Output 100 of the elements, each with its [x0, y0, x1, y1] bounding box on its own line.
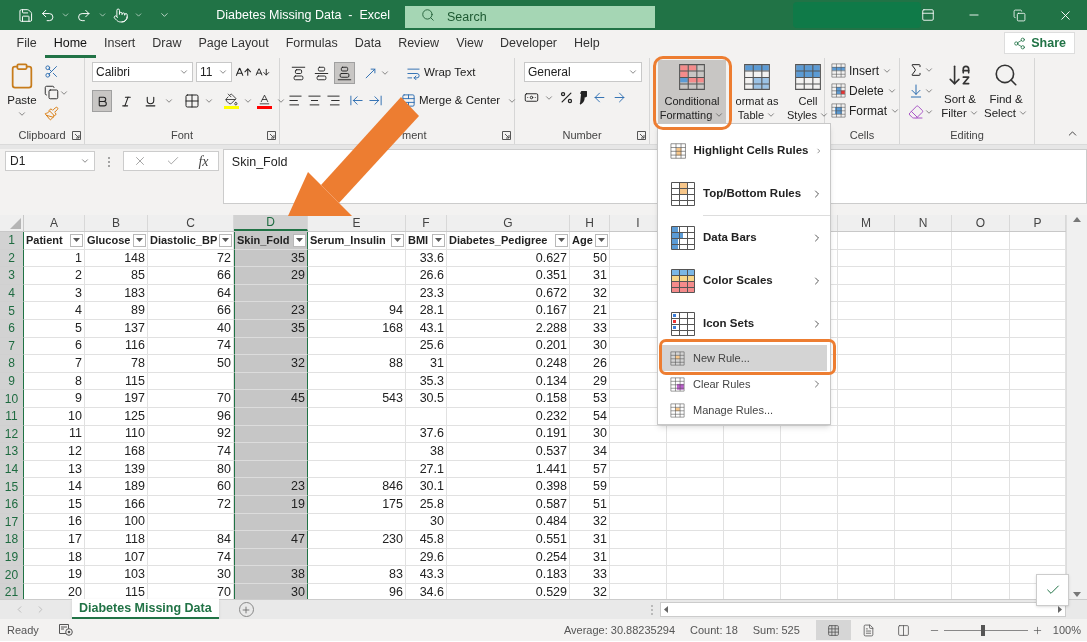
cells-button[interactable]: Delete — [831, 82, 900, 99]
increase-decimal-icon[interactable] — [592, 90, 607, 105]
comma-style-icon[interactable] — [579, 90, 587, 105]
fill-down-icon[interactable] — [908, 83, 924, 99]
zoom-in-icon[interactable] — [1031, 624, 1043, 636]
filter-dropdown-button[interactable] — [70, 233, 83, 247]
font-style-button[interactable] — [92, 90, 112, 112]
name-box[interactable]: D1 — [5, 151, 95, 171]
accounting-icon[interactable] — [524, 90, 539, 105]
column-header[interactable]: N — [895, 215, 952, 231]
ribbon-tab[interactable]: Review — [389, 32, 448, 58]
fill-color-icon[interactable] — [224, 93, 239, 109]
scroll-up-icon[interactable] — [1073, 217, 1081, 222]
ribbon-tab[interactable]: View — [447, 32, 492, 58]
menu-item[interactable]: Manage Rules... — [661, 397, 827, 423]
ribbon-tab[interactable]: Insert — [95, 32, 144, 58]
filter-dropdown-button[interactable] — [595, 233, 608, 247]
filter-dropdown-button[interactable] — [555, 233, 568, 247]
align-right-icon[interactable] — [326, 93, 341, 109]
filter-dropdown-button[interactable] — [293, 233, 306, 247]
column-header[interactable]: B — [85, 215, 148, 231]
cells-button[interactable]: Insert — [831, 62, 900, 79]
menu-item[interactable]: Icon Sets — [661, 302, 827, 345]
row-header[interactable]: 1 — [0, 232, 24, 250]
drag-handle-icon[interactable] — [106, 156, 111, 168]
filter-dropdown-button[interactable] — [219, 233, 232, 247]
column-header[interactable]: A — [24, 215, 85, 231]
search-field[interactable]: Search — [405, 6, 655, 28]
number-format-field[interactable]: General — [524, 62, 642, 82]
copy-icon[interactable] — [44, 85, 59, 100]
horizontal-scrollbar[interactable] — [660, 602, 1066, 617]
font-name-field[interactable]: Calibri — [92, 62, 193, 82]
scroll-left-icon[interactable] — [664, 606, 668, 613]
cells-button[interactable]: Format — [831, 102, 900, 119]
cut-icon[interactable] — [44, 64, 59, 79]
font-size-field[interactable]: 11 — [196, 62, 232, 82]
font-color-icon[interactable] — [257, 93, 272, 109]
filter-dropdown-button[interactable] — [432, 233, 445, 247]
scroll-right-icon[interactable] — [1058, 606, 1062, 613]
autosum-icon[interactable] — [908, 62, 924, 78]
sheet-tab[interactable]: Diabetes Missing Data — [72, 599, 219, 619]
wrap-text-button[interactable]: Wrap Text — [406, 64, 476, 82]
editing-button[interactable]: Find & Select — [986, 62, 1026, 120]
dialog-launcher-icon[interactable] — [267, 131, 276, 140]
align-center-icon[interactable] — [307, 93, 322, 109]
row-header[interactable]: 5 — [0, 302, 24, 320]
dialog-launcher-icon[interactable] — [502, 131, 511, 140]
row-header[interactable]: 3 — [0, 267, 24, 285]
dialog-launcher-icon[interactable] — [637, 131, 646, 140]
decrease-decimal-icon[interactable] — [612, 90, 627, 105]
row-header[interactable]: 18 — [0, 531, 24, 549]
merge-center-button[interactable]: Merge & Center — [401, 92, 518, 110]
column-header[interactable]: G — [447, 215, 570, 231]
macro-recording-icon[interactable] — [58, 624, 73, 636]
ribbon-tab[interactable]: Formulas — [277, 32, 347, 58]
zoom-thumb[interactable] — [981, 624, 986, 636]
editing-button[interactable]: Sort & Filter — [940, 62, 980, 120]
row-header[interactable]: 10 — [0, 390, 24, 408]
save-icon[interactable] — [18, 6, 34, 24]
styles-button[interactable]: ormat as Table — [733, 60, 781, 124]
eraser-icon[interactable] — [908, 104, 924, 120]
filter-dropdown-button[interactable] — [391, 233, 404, 247]
styles-button[interactable]: Cell Styles — [788, 60, 828, 124]
row-header[interactable]: 15 — [0, 478, 24, 496]
ribbon-tab[interactable]: File — [8, 32, 46, 58]
vertical-align-button[interactable] — [334, 62, 355, 84]
drag-handle-icon[interactable] — [650, 603, 654, 616]
share-button[interactable]: Share — [1004, 32, 1075, 54]
zoom-slider[interactable] — [943, 624, 1028, 636]
ribbon-tab[interactable]: Draw — [143, 32, 190, 58]
row-header[interactable]: 20 — [0, 566, 24, 584]
filter-dropdown-button[interactable] — [133, 233, 146, 247]
percent-icon[interactable] — [559, 90, 574, 105]
menu-item[interactable]: Color Scales — [661, 259, 827, 302]
vertical-scrollbar[interactable] — [1066, 215, 1087, 599]
borders-icon[interactable] — [184, 93, 200, 109]
view-button[interactable] — [815, 620, 851, 640]
orientation-icon[interactable] — [363, 65, 378, 81]
ribbon-tab[interactable]: Page Layout — [189, 32, 278, 58]
column-header[interactable]: D — [234, 215, 308, 231]
align-left-icon[interactable] — [288, 93, 303, 109]
dialog-launcher-icon[interactable] — [72, 131, 81, 140]
touch-icon[interactable] — [112, 6, 129, 24]
zoom-level[interactable]: 100% — [1052, 621, 1081, 639]
ribbon-display-icon[interactable] — [921, 8, 935, 22]
menu-item[interactable]: Clear Rules — [661, 371, 827, 397]
ribbon-tab[interactable]: Developer — [491, 32, 566, 58]
insert-function-button[interactable]: fx — [198, 150, 209, 172]
ribbon-tab[interactable]: Data — [346, 32, 390, 58]
column-header[interactable]: O — [952, 215, 1010, 231]
restore-icon[interactable] — [1013, 8, 1026, 22]
ribbon-tab[interactable]: Help — [565, 32, 609, 58]
column-header[interactable]: M — [838, 215, 895, 231]
menu-item[interactable]: New Rule... — [661, 345, 827, 371]
column-header[interactable]: F — [406, 215, 447, 231]
column-header[interactable]: H — [570, 215, 610, 231]
styles-button[interactable]: Conditional Formatting — [658, 60, 726, 124]
paste-button[interactable]: Paste — [4, 62, 40, 121]
row-header[interactable]: 13 — [0, 443, 24, 461]
scroll-down-icon[interactable] — [1073, 592, 1081, 597]
